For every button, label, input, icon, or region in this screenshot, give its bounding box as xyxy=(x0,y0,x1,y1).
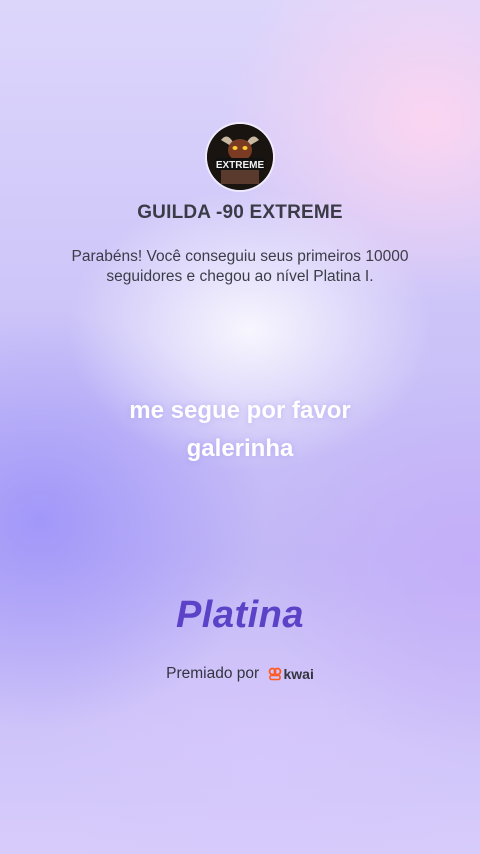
user-message-line-1: me segue por favor xyxy=(129,397,351,424)
kwai-brand-name: kwai xyxy=(283,665,314,682)
congrats-message: Parabéns! Você conseguiu seus primeiros … xyxy=(71,248,409,285)
guild-logo-icon: EXTREME xyxy=(207,124,273,190)
user-message: me segue por favor galerinha xyxy=(60,392,420,468)
kwai-brand: kwai xyxy=(268,666,314,682)
guild-name: GUILDA -90 EXTREME xyxy=(137,202,343,223)
guild-avatar[interactable]: EXTREME xyxy=(207,124,273,190)
awarded-by-label: Premiado por xyxy=(166,665,260,682)
awarded-by: Premiado por kwai xyxy=(0,665,480,683)
kwai-logo-icon xyxy=(268,667,281,681)
tier-title: Platina xyxy=(175,594,305,636)
user-message-line-2: galerinha xyxy=(186,435,294,462)
guild-logo-text: EXTREME xyxy=(216,160,265,171)
